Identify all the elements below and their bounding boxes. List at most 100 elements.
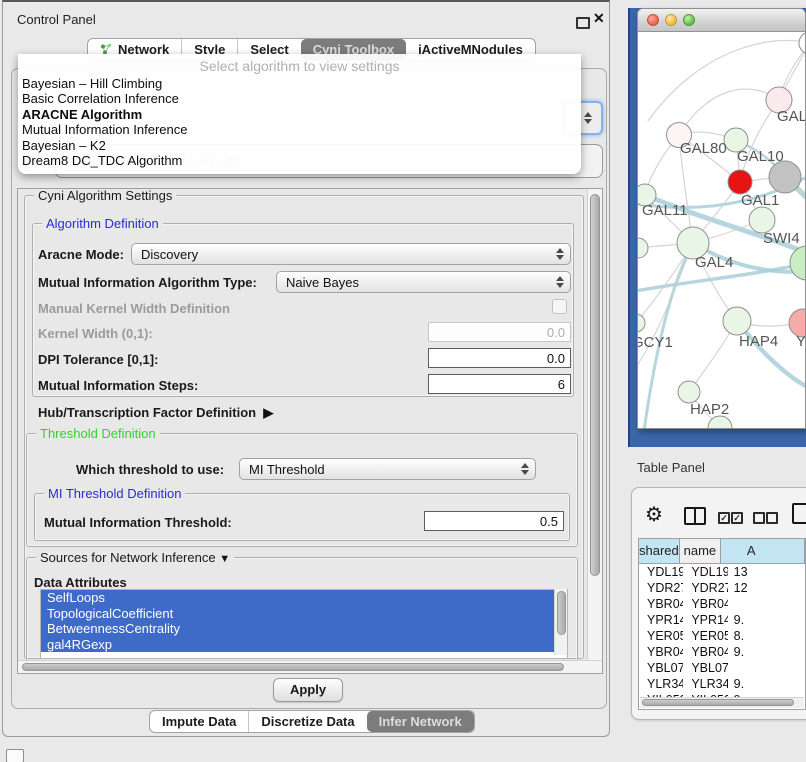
node-label: GAL11	[642, 202, 688, 219]
menu-item-bayesian-hill-climbing[interactable]: Bayesian – Hill Climbing	[18, 76, 581, 91]
node[interactable]	[790, 246, 805, 280]
dpi-tolerance-input[interactable]	[428, 348, 571, 368]
menu-item-aracne-algorithm[interactable]: ARACNE Algorithm	[18, 107, 581, 122]
network-canvas[interactable]: GAL7GAL80GAL10GAL1GAL11SWI4GAL4GCY1HAP4Y…	[638, 31, 805, 428]
cyni-bottom-tabbar: Impute DataDiscretize DataInfer Network	[149, 710, 475, 733]
unchecked-checkbox-icon[interactable]	[766, 512, 778, 524]
cyni-algorithm-settings-pane: Cyni Algorithm Settings Algorithm Defini…	[17, 188, 603, 674]
table-row[interactable]: YER054CYER054C8.	[639, 628, 805, 644]
mi-algorithm-type-select[interactable]: Naive Bayes	[276, 271, 571, 293]
combo-arrows-icon	[518, 462, 532, 476]
combo-arrows-icon	[581, 111, 595, 125]
node-label: GAL80	[680, 140, 727, 157]
group-title: Threshold Definition	[36, 426, 160, 441]
node-label: GAL7	[777, 108, 805, 125]
minimize-traffic-light[interactable]	[665, 14, 677, 26]
column-header[interactable]: shared…	[639, 539, 680, 563]
list-item-betweennesscentrality[interactable]: BetweennessCentrality	[41, 621, 567, 637]
table-cell: YBR043C	[683, 596, 727, 612]
mi-steps-label: Mutual Information Steps:	[38, 378, 198, 393]
mi-steps-input[interactable]	[428, 374, 571, 394]
table-row[interactable]: YBR045CYBR045C9.	[639, 644, 805, 660]
checked-checkbox-icon[interactable]: ✓	[718, 512, 730, 524]
group-title: Cyni Algorithm Settings	[34, 188, 176, 203]
page-icon[interactable]	[792, 503, 806, 524]
close-icon[interactable]: ✕	[593, 10, 605, 27]
table-row[interactable]: YBR043CYBR043C	[639, 596, 805, 612]
tab-impute-data[interactable]: Impute Data	[150, 711, 248, 732]
edge[interactable]	[679, 89, 779, 135]
table-row[interactable]: YLR345WYLR345W9.	[639, 676, 805, 692]
table-body: YDL19…YDL19…13YDR27…YDR27…12YBR043CYBR04…	[639, 564, 805, 699]
list-item-gal4rgexp[interactable]: gal4RGexp	[41, 637, 567, 653]
horizontal-scrollbar[interactable]	[18, 660, 602, 673]
mi-threshold-label: Mutual Information Threshold:	[44, 515, 232, 530]
mi-threshold-input[interactable]	[424, 511, 564, 531]
minimized-panel-icon[interactable]	[6, 749, 24, 762]
table-cell: YLR345W	[683, 676, 727, 692]
table-cell: YER054C	[683, 628, 727, 644]
table-row[interactable]: YBL079WYBL079W	[639, 660, 805, 676]
node-gal1[interactable]	[728, 170, 752, 194]
gear-icon[interactable]: ⚙	[645, 502, 663, 527]
split-columns-icon[interactable]	[684, 507, 706, 525]
table-cell: YBR045C	[683, 644, 727, 660]
which-threshold-select[interactable]: MI Threshold	[239, 458, 536, 480]
manual-kernel-label: Manual Kernel Width Definition	[38, 301, 230, 316]
zoom-traffic-light[interactable]	[683, 14, 695, 26]
collapse-icon[interactable]: ▼	[219, 553, 230, 565]
window-titlebar[interactable]	[638, 9, 805, 32]
node-label: GAL10	[737, 148, 784, 165]
algorithm-list: Bayesian – Hill ClimbingBasic Correlatio…	[18, 76, 581, 168]
column-header[interactable]: name	[680, 539, 721, 563]
manual-kernel-checkbox[interactable]	[552, 299, 567, 314]
node[interactable]	[769, 161, 801, 193]
kernel-width-input[interactable]	[428, 322, 571, 342]
node-label: GAL4	[695, 254, 733, 271]
table-cell: 9.	[728, 644, 805, 660]
node-hap4[interactable]	[723, 307, 751, 335]
dropdown-prompt: Select algorithm to view settings	[18, 54, 581, 76]
node-hap2[interactable]	[678, 381, 700, 403]
group-title: MI Threshold Definition	[44, 486, 185, 501]
list-item-selfloops[interactable]: SelfLoops	[41, 590, 567, 606]
kernel-width-label: Kernel Width (0,1):	[38, 326, 153, 341]
which-threshold-label: Which threshold to use:	[76, 462, 224, 477]
table-row[interactable]: YPR145WYPR145W9.	[639, 612, 805, 628]
column-header[interactable]: A	[721, 539, 805, 563]
table-row[interactable]: YDL19…YDL19…13	[639, 564, 805, 580]
table-cell: YBR043C	[639, 596, 683, 612]
aracne-mode-select[interactable]: Discovery	[131, 243, 571, 265]
node[interactable]	[799, 32, 805, 54]
mi-type-value: Naive Bayes	[277, 275, 553, 290]
checked-checkbox-icon[interactable]: ✓	[731, 512, 743, 524]
menu-item-dream8-dc-tdc-algorithm[interactable]: Dream8 DC_TDC Algorithm	[18, 153, 581, 168]
node[interactable]	[638, 238, 648, 258]
hub-definition-expander[interactable]: Hub/Transcription Factor Definition ▶	[38, 405, 273, 421]
data-attributes-label: Data Attributes	[34, 575, 127, 590]
vertical-scrollbar[interactable]	[587, 189, 602, 661]
apply-button[interactable]: Apply	[273, 678, 343, 702]
tab-infer-network[interactable]: Infer Network	[367, 711, 474, 732]
node-label: Y	[796, 333, 805, 350]
node-gcy1[interactable]	[638, 314, 645, 332]
algorithm-dropdown-popup: Select algorithm to view settings Bayesi…	[18, 54, 581, 174]
list-item-topologicalcoefficient[interactable]: TopologicalCoefficient	[41, 606, 567, 622]
table-row[interactable]: YDR27…YDR27…12	[639, 580, 805, 596]
tab-discretize-data[interactable]: Discretize Data	[248, 711, 366, 732]
menu-item-bayesian-k2[interactable]: Bayesian – K2	[18, 138, 581, 153]
table-cell: 13	[728, 564, 805, 580]
table-cell: YBL079W	[683, 660, 727, 676]
close-traffic-light[interactable]	[647, 14, 659, 26]
menu-item-basic-correlation-inference[interactable]: Basic Correlation Inference	[18, 91, 581, 106]
table-cell: YPR145W	[639, 612, 683, 628]
float-window-icon[interactable]	[576, 17, 590, 29]
unchecked-checkbox-icon[interactable]	[753, 512, 765, 524]
network-view-window[interactable]: GAL7GAL80GAL10GAL1GAL11SWI4GAL4GCY1HAP4Y…	[637, 8, 806, 429]
data-attributes-list[interactable]: SelfLoopsTopologicalCoefficientBetweenne…	[40, 589, 568, 659]
menu-item-mutual-information-inference[interactable]: Mutual Information Inference	[18, 122, 581, 137]
edge[interactable]	[638, 243, 693, 381]
expand-icon[interactable]: ▶	[263, 405, 273, 420]
list-scrollbar[interactable]	[554, 589, 567, 655]
table-horizontal-scrollbar[interactable]	[640, 697, 804, 708]
